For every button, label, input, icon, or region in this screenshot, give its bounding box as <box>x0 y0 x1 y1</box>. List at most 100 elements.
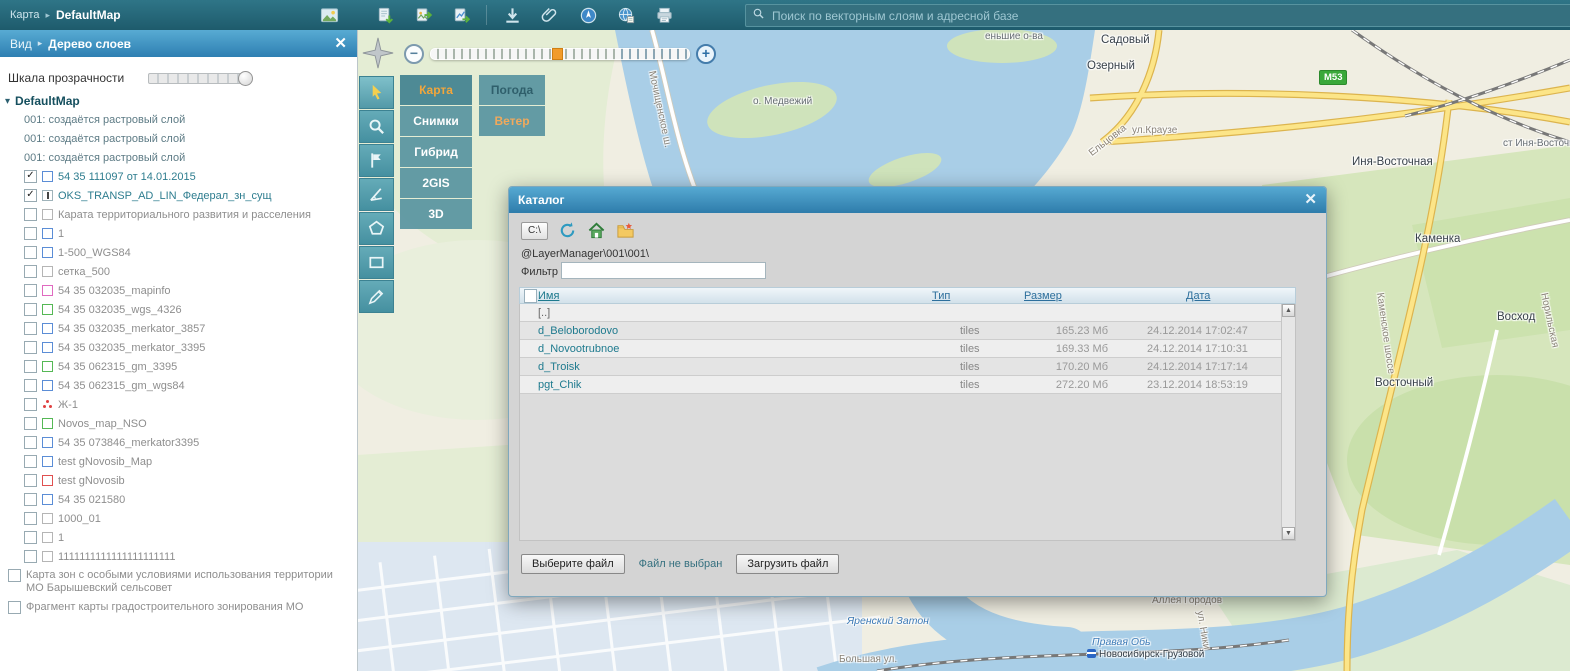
layer-tree-item[interactable]: Фрагмент карты градостроительного зониро… <box>0 598 357 617</box>
close-icon[interactable]: ✕ <box>334 37 347 51</box>
layer-checkbox[interactable] <box>8 601 21 614</box>
layer-checkbox[interactable] <box>24 227 37 240</box>
navigate-icon[interactable] <box>575 3 601 27</box>
pencil-tool[interactable] <box>359 280 394 313</box>
upload-file-button[interactable]: Загрузить файл <box>736 554 839 574</box>
layer-checkbox[interactable] <box>24 512 37 525</box>
zoom-out-button[interactable]: − <box>404 44 424 64</box>
layer-checkbox[interactable] <box>24 284 37 297</box>
map-type-tab[interactable]: 3D <box>400 199 472 229</box>
map-overlay-tab[interactable]: Погода <box>479 75 545 105</box>
collapse-arrow-icon[interactable]: ▾ <box>5 96 10 107</box>
search-input[interactable] <box>770 8 1569 24</box>
layer-checkbox[interactable] <box>24 246 37 259</box>
layer-tree-item[interactable]: 54 35 032035_wgs_4326 <box>0 300 357 319</box>
rectangle-tool[interactable] <box>359 246 394 279</box>
dialog-header[interactable]: Каталог ✕ <box>509 187 1326 213</box>
layer-checkbox[interactable] <box>24 398 37 411</box>
refresh-icon[interactable] <box>558 221 577 240</box>
layer-tree-item[interactable]: 54 35 073846_merkator3395 <box>0 433 357 452</box>
layer-checkbox[interactable] <box>24 531 37 544</box>
map-type-tab[interactable]: Карта <box>400 75 472 105</box>
export-image-icon[interactable] <box>410 3 436 27</box>
layer-checkbox[interactable] <box>24 208 37 221</box>
layer-tree-item[interactable]: 1111111111111111111111 <box>0 547 357 566</box>
layer-checkbox[interactable] <box>24 360 37 373</box>
magnifier-tool[interactable] <box>359 110 394 143</box>
layer-tree-item[interactable]: test gNovosib_Map <box>0 452 357 471</box>
zoom-in-button[interactable]: + <box>696 44 716 64</box>
layer-checkbox[interactable] <box>24 303 37 316</box>
layer-tree-item[interactable]: 54 35 021580 <box>0 490 357 509</box>
transparency-thumb[interactable] <box>238 71 253 86</box>
layer-tree-item[interactable]: 1-500_WGS84 <box>0 243 357 262</box>
file-row[interactable]: d_Troisktiles170.20 Мб24.12.2014 17:17:1… <box>520 358 1295 376</box>
layer-tree-item[interactable]: 1 <box>0 224 357 243</box>
polygon-tool[interactable] <box>359 212 394 245</box>
layer-tree-item[interactable]: 54 35 062315_gm_wgs84 <box>0 376 357 395</box>
measure-tool[interactable] <box>359 178 394 211</box>
scroll-up-icon[interactable]: ▲ <box>1282 304 1295 317</box>
attach-icon[interactable] <box>537 3 563 27</box>
layer-tree-item[interactable]: 1000_01 <box>0 509 357 528</box>
sort-by-name[interactable]: Имя <box>538 290 922 302</box>
file-row[interactable]: d_Novootrubnoetiles169.33 Мб24.12.2014 1… <box>520 340 1295 358</box>
layer-tree-item[interactable]: Карта зон с особыми условиями использова… <box>0 566 357 598</box>
layer-tree-item[interactable]: Novos_map_NSO <box>0 414 357 433</box>
layer-tree-item[interactable]: Карата территориального развития и рассе… <box>0 205 357 224</box>
transparency-slider[interactable] <box>148 73 250 84</box>
layer-tree-item[interactable]: test gNovosib <box>0 471 357 490</box>
sort-by-date[interactable]: Дата <box>1118 290 1295 302</box>
layer-tree-item[interactable]: ✓54 35 111097 от 14.01.2015 <box>0 167 357 186</box>
image-icon[interactable] <box>316 3 342 27</box>
layer-tree-item[interactable]: ✓OKS_TRANSP_AD_LIN_Федерал_зн_сущ <box>0 186 357 205</box>
layer-checkbox[interactable] <box>24 379 37 392</box>
layer-checkbox[interactable] <box>24 493 37 506</box>
export-vector-icon[interactable] <box>448 3 474 27</box>
sort-by-type[interactable]: Тип <box>922 290 1024 302</box>
layer-checkbox[interactable] <box>24 322 37 335</box>
breadcrumb-root[interactable]: Карта <box>10 9 39 21</box>
compass-icon[interactable] <box>361 36 395 72</box>
map-type-tab[interactable]: Снимки <box>400 106 472 136</box>
layer-tree-item[interactable]: сетка_500 <box>0 262 357 281</box>
layer-checkbox[interactable] <box>24 341 37 354</box>
layer-checkbox[interactable] <box>24 265 37 278</box>
file-row[interactable]: pgt_Chiktiles272.20 Мб23.12.2014 18:53:1… <box>520 376 1295 394</box>
file-row[interactable]: [..] <box>520 304 1295 322</box>
scroll-down-icon[interactable]: ▼ <box>1282 527 1295 540</box>
file-row[interactable]: d_Beloborodovotiles165.23 Мб24.12.2014 1… <box>520 322 1295 340</box>
layer-checkbox[interactable]: ✓ <box>24 189 37 202</box>
map-type-tab[interactable]: 2GIS <box>400 168 472 198</box>
layer-checkbox[interactable] <box>24 474 37 487</box>
choose-file-button[interactable]: Выберите файл <box>521 554 625 574</box>
print-icon[interactable] <box>651 3 677 27</box>
layer-checkbox[interactable] <box>24 550 37 563</box>
layer-tree-item[interactable]: 54 35 032035_mapinfo <box>0 281 357 300</box>
map-overlay-tab[interactable]: Ветер <box>479 106 545 136</box>
web-layer-icon[interactable] <box>613 3 639 27</box>
home-icon[interactable] <box>587 221 606 240</box>
layer-tree-item[interactable]: 001: создаётся растровый слой <box>0 110 357 129</box>
zoom-slider[interactable] <box>430 48 690 60</box>
filter-input[interactable] <box>561 262 766 279</box>
zoom-slider-marker[interactable] <box>552 48 563 60</box>
layer-checkbox[interactable]: ✓ <box>24 170 37 183</box>
layer-tree-item[interactable]: 54 35 062315_gm_3395 <box>0 357 357 376</box>
new-folder-icon[interactable] <box>616 221 635 240</box>
layer-tree-item[interactable]: 001: создаётся растровый слой <box>0 148 357 167</box>
download-icon[interactable] <box>499 3 525 27</box>
layer-tree-item[interactable]: 54 35 032035_merkator_3395 <box>0 338 357 357</box>
layer-tree-item[interactable]: 001: создаётся растровый слой <box>0 129 357 148</box>
tree-root[interactable]: ▾ DefaultMap <box>0 92 357 110</box>
map-type-tab[interactable]: Гибрид <box>400 137 472 167</box>
scrollbar[interactable]: ▲ ▼ <box>1281 304 1295 540</box>
layer-checkbox[interactable] <box>24 455 37 468</box>
drive-c-button[interactable]: C:\ <box>521 222 548 240</box>
save-layer-icon[interactable] <box>372 3 398 27</box>
close-icon[interactable]: ✕ <box>1304 193 1317 207</box>
flag-tool[interactable] <box>359 144 394 177</box>
layer-checkbox[interactable] <box>24 436 37 449</box>
layer-tree-item[interactable]: 54 35 032035_merkator_3857 <box>0 319 357 338</box>
view-menu[interactable]: Вид <box>10 37 32 51</box>
